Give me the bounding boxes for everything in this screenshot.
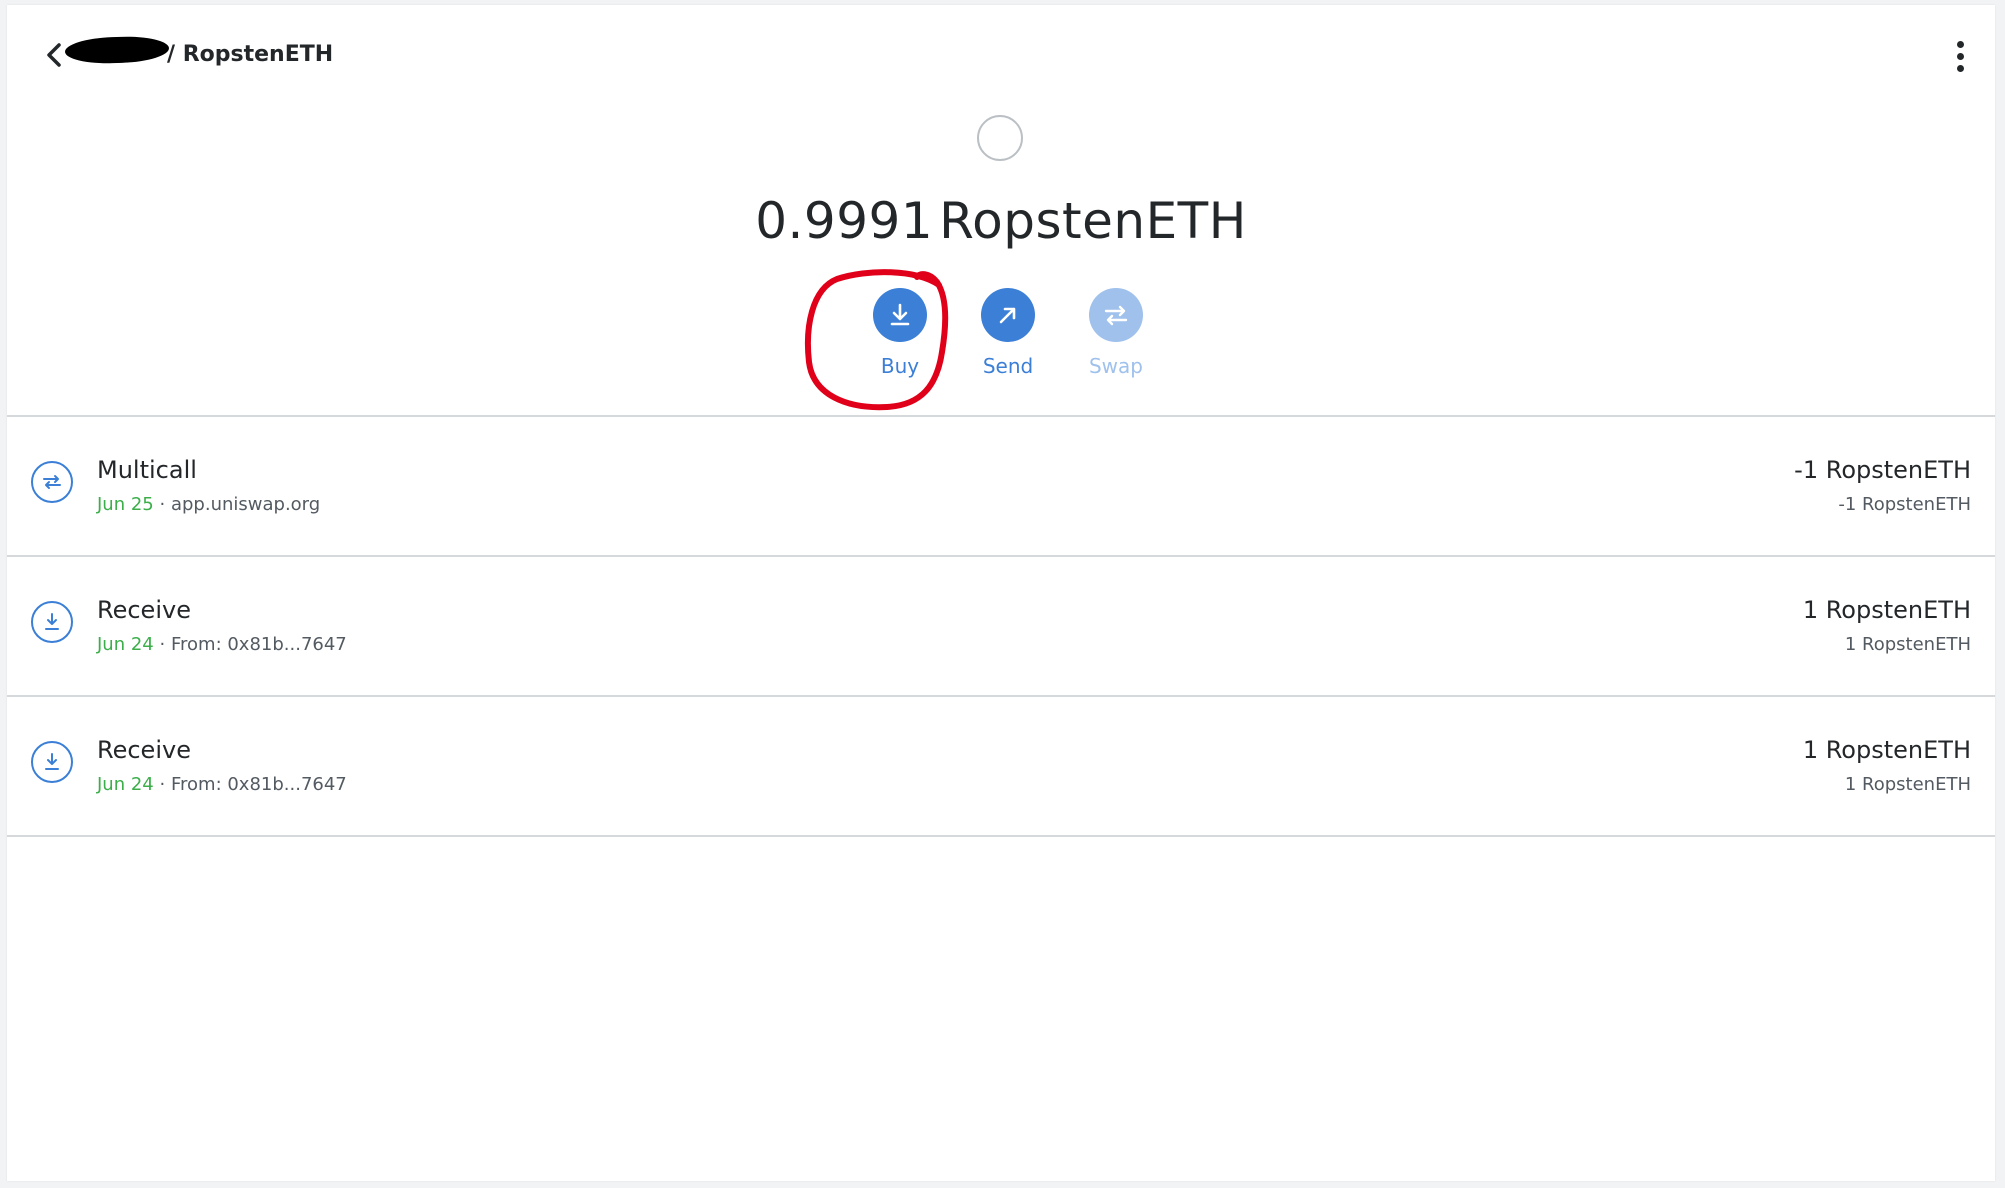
asset-header: / RopstenETH [7, 5, 1995, 95]
buy-label: Buy [880, 354, 920, 378]
buy-circle [873, 288, 927, 342]
receive-icon [31, 601, 73, 643]
dot-separator: · [159, 774, 166, 795]
breadcrumb-token: / RopstenETH [167, 42, 334, 67]
action-buttons: Buy Send Swap [7, 288, 1995, 388]
chevron-left-icon [47, 43, 61, 67]
transaction-date: Jun 24 [97, 774, 154, 795]
receive-icon [31, 741, 73, 783]
transaction-row[interactable]: Receive Jun 24 · From: 0x81b...7647 1 Ro… [7, 697, 1995, 835]
transaction-secondary-amount: -1 RopstenETH [1838, 494, 1971, 515]
swap-arrows-icon [1104, 305, 1128, 326]
swap-button[interactable]: Swap [1066, 288, 1166, 380]
row-divider [7, 835, 1995, 837]
balance-amount: 0.9991 [755, 192, 934, 250]
transaction-subtitle: Jun 25 · app.uniswap.org [97, 492, 320, 518]
buy-button[interactable]: Buy [850, 288, 950, 380]
transaction-primary-amount: 1 RopstenETH [1802, 736, 1971, 764]
transaction-primary-amount: 1 RopstenETH [1802, 596, 1971, 624]
dot-separator: · [159, 494, 166, 515]
transaction-secondary-amount: 1 RopstenETH [1844, 774, 1971, 795]
token-avatar [977, 115, 1023, 161]
transaction-title: Receive [97, 736, 191, 764]
kebab-menu-icon[interactable] [1945, 35, 1975, 77]
swap-circle [1089, 288, 1143, 342]
asset-page: / RopstenETH 0.9991 RopstenETH Buy Send … [7, 5, 1995, 1181]
transaction-primary-amount: -1 RopstenETH [1794, 456, 1971, 484]
transaction-origin: app.uniswap.org [170, 494, 321, 515]
download-arrow-icon [890, 303, 910, 326]
transaction-date: Jun 24 [97, 634, 154, 655]
swap-label: Swap [1088, 354, 1143, 378]
arrow-up-right-icon [999, 307, 1016, 324]
transaction-secondary-amount: 1 RopstenETH [1844, 634, 1971, 655]
token-balance: 0.9991 RopstenETH [7, 191, 1995, 251]
back-button[interactable] [39, 35, 69, 75]
transaction-subtitle: Jun 24 · From: 0x81b...7647 [97, 632, 347, 658]
transaction-row[interactable]: Multicall Jun 25 · app.uniswap.org -1 Ro… [7, 417, 1995, 555]
transaction-subtitle: Jun 24 · From: 0x81b...7647 [97, 772, 347, 798]
balance-symbol: RopstenETH [939, 192, 1247, 250]
transaction-origin: From: 0x81b...7647 [170, 774, 347, 795]
send-circle [981, 288, 1035, 342]
transaction-title: Multicall [97, 456, 197, 484]
transaction-row[interactable]: Receive Jun 24 · From: 0x81b...7647 1 Ro… [7, 557, 1995, 695]
transaction-title: Receive [97, 596, 191, 624]
redacted-account-name [64, 35, 170, 65]
send-button[interactable]: Send [958, 288, 1058, 380]
transaction-date: Jun 25 [97, 494, 154, 515]
dot-separator: · [159, 634, 166, 655]
transaction-origin: From: 0x81b...7647 [170, 634, 347, 655]
swap-icon [31, 461, 73, 503]
send-label: Send [982, 354, 1034, 378]
